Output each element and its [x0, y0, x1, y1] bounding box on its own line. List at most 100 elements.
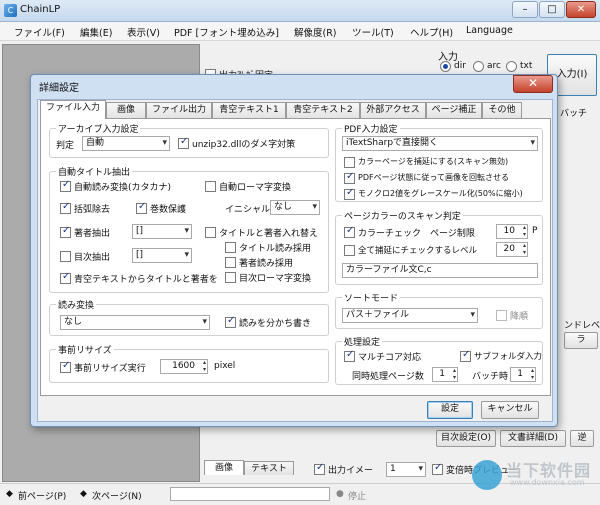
cancel-button[interactable]: キャンセル	[481, 401, 539, 419]
remove-brackets-checkbox[interactable]	[60, 201, 71, 214]
stop-button[interactable]: 停止	[348, 489, 366, 502]
aozora-extract-label: 青空テキストからタイトルと著者を	[74, 275, 218, 285]
tab-aozora-2[interactable]: 青空テキスト2	[286, 102, 360, 118]
author-extract-checkbox[interactable]	[60, 225, 71, 238]
author-select[interactable]: []	[132, 224, 192, 239]
auto-katakana-checkbox[interactable]	[60, 179, 71, 192]
menubar: ファイル(F) 編集(E) 表示(V) PDF [フォント埋め込み] 解像度(R…	[0, 22, 600, 41]
batch-time-spin[interactable]: 1	[510, 367, 536, 382]
toc-select[interactable]: []	[132, 248, 192, 263]
level-spin[interactable]: 20	[496, 242, 528, 257]
prev-page-icon[interactable]: ◆	[6, 489, 13, 499]
tab-page-correction[interactable]: ページ補正	[426, 102, 482, 118]
dialog-close-icon[interactable]: ✕	[513, 75, 553, 93]
prev-page-button[interactable]: 前ページ(P)	[18, 489, 66, 502]
toc-extract-label: 目次抽出	[74, 253, 111, 263]
auto-title-group: 自動タイトル抽出 自動読み変換(カタカナ) 自動ローマ字変換 括弧除去 巻数保護…	[49, 165, 329, 293]
menu-language[interactable]: Language	[466, 25, 513, 36]
unzip-checkbox[interactable]	[178, 136, 189, 149]
pre-resize-group: 事前リサイズ 事前リサイズ実行 1600 pixel	[49, 343, 329, 383]
menu-pdf[interactable]: PDF [フォント埋め込み]	[174, 25, 279, 39]
tab-image-settings[interactable]: 画像	[106, 102, 146, 118]
next-page-button[interactable]: 次ページ(N)	[92, 489, 142, 502]
tab-aozora-1[interactable]: 青空テキスト1	[212, 102, 286, 118]
pdf-rotate-checkbox[interactable]	[344, 171, 355, 184]
pre-resize-checkbox[interactable]	[60, 360, 71, 373]
sort-mode-select[interactable]: パス＋ファイル	[342, 308, 478, 323]
pre-resize-label: 事前リサイズ実行	[74, 364, 146, 374]
check-all-checkbox[interactable]	[344, 245, 355, 256]
toc-settings-button[interactable]: 目次設定(O)	[436, 430, 496, 447]
menu-edit[interactable]: 編集(E)	[80, 25, 112, 39]
menu-file[interactable]: ファイル(F)	[14, 25, 65, 39]
window-titlebar: C ChainLP – □ ✕	[0, 0, 600, 22]
swap-title-author-checkbox[interactable]	[205, 227, 216, 238]
concurrent-spin[interactable]: 1	[432, 367, 458, 382]
minimize-icon[interactable]: –	[512, 1, 538, 18]
multicore-checkbox[interactable]	[344, 349, 355, 362]
pdf-gray-checkbox[interactable]	[344, 187, 355, 200]
judge-label: 判定	[56, 141, 75, 151]
tab-other[interactable]: その他	[482, 102, 522, 118]
pdf-color-page-label: カラーページを捕延にする(スキャン無効)	[358, 157, 509, 166]
tab-file-output[interactable]: ファイル出力	[146, 102, 212, 118]
radio-dir-label: dir	[454, 61, 466, 71]
auto-romaji-label: 自動ローマ字変換	[219, 183, 292, 193]
subfolder-checkbox[interactable]	[460, 349, 471, 362]
window-close-icon[interactable]: ✕	[566, 1, 596, 18]
app-icon: C	[4, 4, 17, 17]
menu-view[interactable]: 表示(V)	[127, 25, 160, 39]
page-limit-spin[interactable]: 10	[496, 224, 528, 239]
keep-volume-checkbox[interactable]	[136, 201, 147, 214]
toc-romaji-label: 目次ローマ字変換	[239, 274, 312, 284]
page-progress	[170, 487, 330, 501]
output-image-select[interactable]: 1	[386, 462, 426, 477]
doc-detail-button[interactable]: 文書詳細(D)	[500, 430, 566, 447]
reading-select[interactable]: なし	[60, 315, 210, 330]
author-reading-checkbox[interactable]	[225, 257, 236, 268]
tab-text[interactable]: テキスト	[244, 461, 294, 475]
menu-help[interactable]: ヘルプ(H)	[410, 25, 453, 39]
tab-image[interactable]: 画像	[204, 460, 244, 475]
color-check-checkbox[interactable]	[344, 225, 355, 238]
initial-select[interactable]: なし	[270, 200, 320, 215]
pre-resize-group-title: 事前リサイズ	[56, 343, 114, 356]
keep-volume-label: 巻数保護	[150, 205, 187, 215]
descending-checkbox[interactable]	[496, 310, 507, 321]
pre-resize-size[interactable]: 1600	[160, 359, 208, 374]
ok-button[interactable]: 設定	[427, 401, 473, 419]
color-file-input[interactable]: カラーファイル文C,c	[342, 263, 538, 278]
page-color-group-title: ページカラーのスキャン判定	[342, 209, 463, 222]
toc-extract-checkbox[interactable]	[60, 251, 71, 262]
bira-button[interactable]: ラ	[564, 332, 598, 349]
variable-preview-checkbox[interactable]	[432, 462, 443, 475]
radio-txt[interactable]	[506, 61, 517, 72]
auto-romaji-checkbox[interactable]	[205, 181, 216, 192]
pdf-mode-select[interactable]: iTextSharpで直接開く	[342, 136, 538, 151]
author-extract-label: 著者抽出	[74, 229, 111, 239]
watermark-subtitle: www.downxia.com	[510, 478, 585, 487]
title-reading-checkbox[interactable]	[225, 242, 236, 253]
menu-resolution[interactable]: 解像度(R)	[294, 25, 337, 39]
menu-tools[interactable]: ツール(T)	[352, 25, 394, 39]
batch-time-label: バッチ時	[472, 372, 509, 382]
auto-title-group-title: 自動タイトル抽出	[56, 165, 133, 178]
judge-select[interactable]: 自動	[82, 136, 170, 151]
sort-mode-group-title: ソートモード	[342, 291, 401, 304]
maximize-icon[interactable]: □	[539, 1, 565, 18]
toc-romaji-checkbox[interactable]	[225, 272, 236, 283]
split-reading-checkbox[interactable]	[225, 315, 236, 328]
dialog-body: ファイル入力 画像 ファイル出力 青空テキスト1 青空テキスト2 外部アクセス …	[37, 99, 553, 422]
output-image-checkbox[interactable]	[314, 462, 325, 475]
archive-group: アーカイブ入力設定 判定 自動 unzip32.dllのダメ字対策	[49, 122, 329, 158]
tab-external-access[interactable]: 外部アクセス	[360, 102, 426, 118]
radio-arc[interactable]	[473, 61, 484, 72]
pdf-input-group: PDF入力設定 iTextSharpで直接開く カラーページを捕延にする(スキャ…	[335, 122, 543, 202]
radio-dir[interactable]	[440, 61, 451, 72]
reverse-button[interactable]: 逆	[570, 430, 594, 447]
next-page-icon[interactable]: ◆	[80, 489, 87, 499]
tab-file-input[interactable]: ファイル入力	[40, 100, 106, 119]
aozora-extract-checkbox[interactable]	[60, 271, 71, 284]
pdf-color-page-checkbox[interactable]	[344, 157, 355, 168]
descending-label: 降順	[510, 312, 529, 322]
